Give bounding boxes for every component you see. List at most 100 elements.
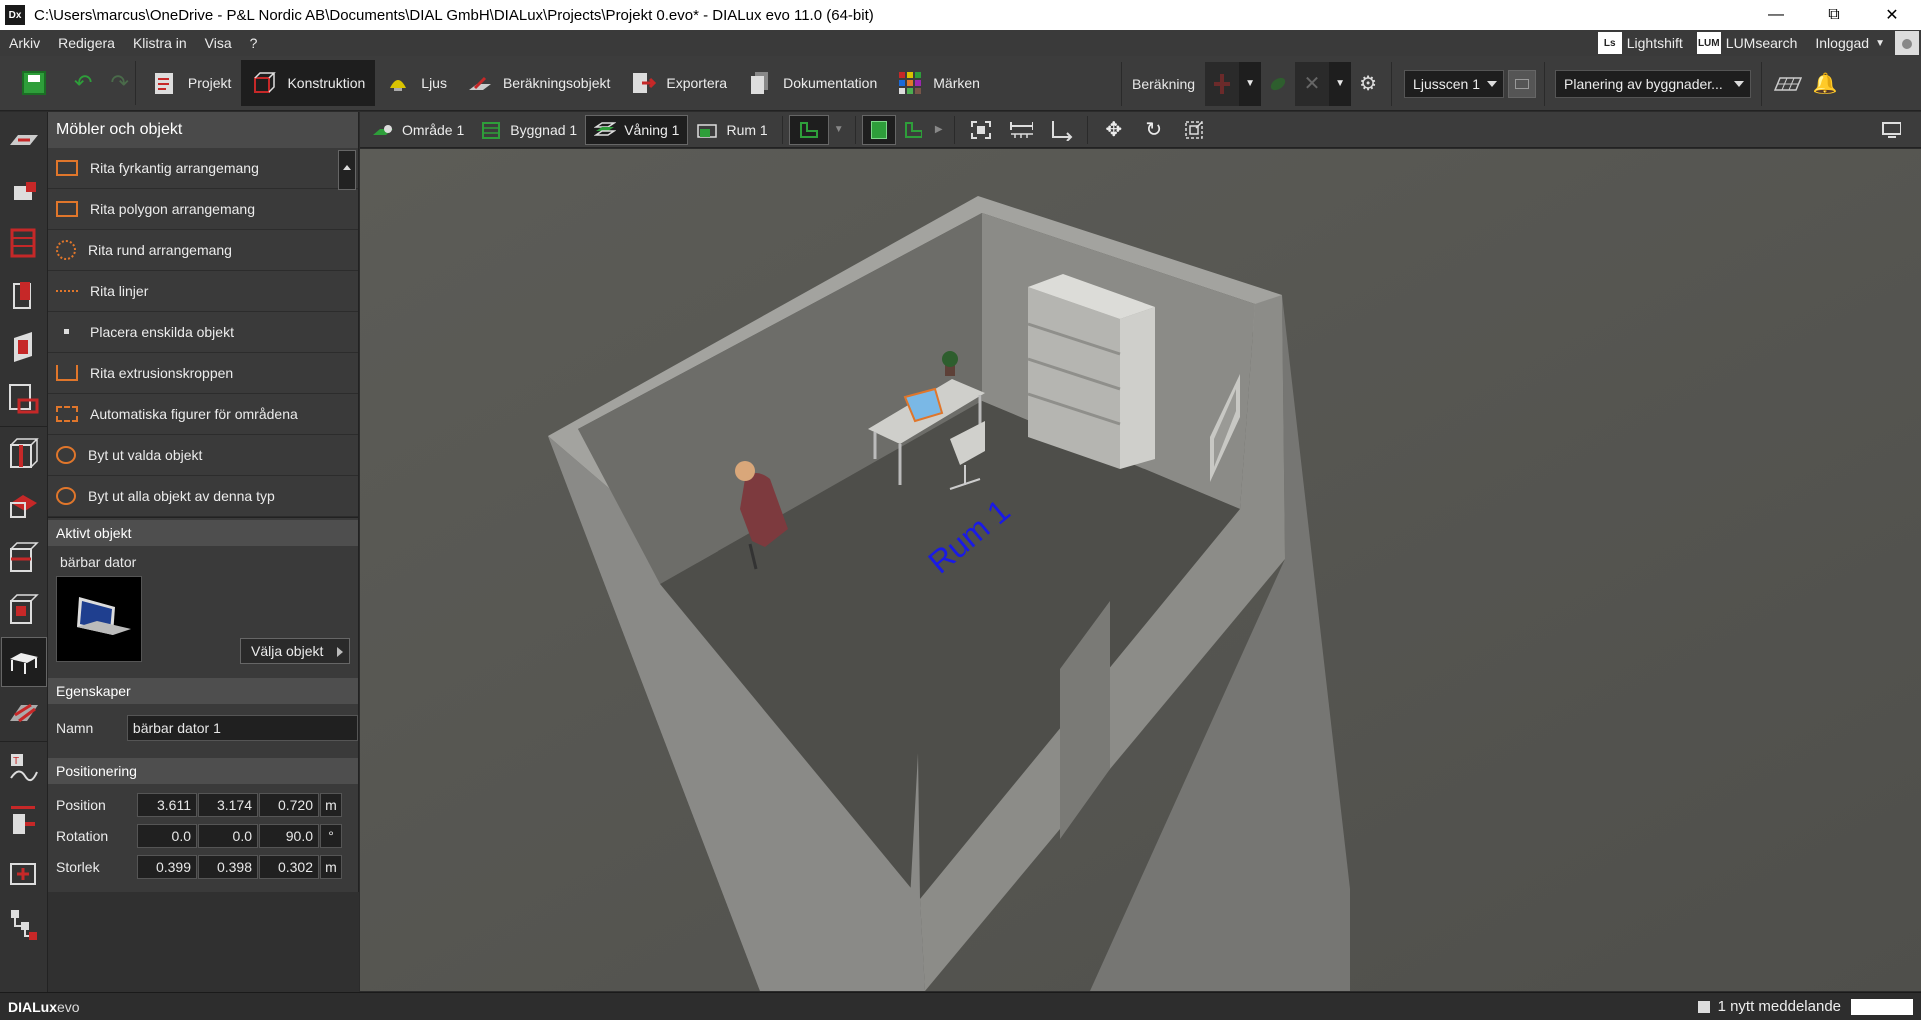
tool-floor-icon[interactable]: [1, 429, 47, 479]
view-mode-dropdown[interactable]: ▼: [829, 124, 849, 135]
position-y[interactable]: 3.174: [198, 792, 258, 817]
scene-monitor-icon[interactable]: [1508, 69, 1537, 98]
scale-button[interactable]: [1174, 115, 1214, 145]
view-mode-select[interactable]: [788, 114, 829, 145]
size-x[interactable]: 0.399: [137, 854, 197, 879]
list-item-round-arrangement[interactable]: Rita rund arrangemang: [48, 230, 358, 271]
tool-cut-icon[interactable]: [1, 585, 47, 635]
settings-gear-icon[interactable]: ⚙: [1351, 62, 1385, 106]
list-item-extrusion[interactable]: Rita extrusionskroppen: [48, 353, 358, 394]
solar-panel-icon[interactable]: [1768, 62, 1808, 106]
redo-icon[interactable]: ↷: [110, 70, 128, 96]
rotation-y[interactable]: 0.0: [198, 823, 258, 848]
list-item-line-arrangement[interactable]: Rita linjer: [48, 271, 358, 312]
tool-storey-icon[interactable]: [1, 533, 47, 583]
rotate-button[interactable]: ↻: [1134, 115, 1174, 145]
axis-button[interactable]: [1041, 115, 1081, 145]
tool-building-icon[interactable]: [1, 218, 47, 268]
menu-visa[interactable]: Visa: [196, 35, 241, 51]
list-item-label: Placera enskilda objekt: [90, 324, 234, 340]
tool-material-icon[interactable]: [1, 689, 47, 739]
tab-marken[interactable]: Märken: [887, 61, 990, 105]
rotation-z[interactable]: 90.0: [259, 823, 319, 848]
planning-select[interactable]: Planering av byggnader...: [1555, 69, 1752, 98]
active-object-name: bärbar dator: [60, 554, 137, 570]
tab-konstruktion[interactable]: Konstruktion: [241, 60, 376, 106]
calc-cancel-dropdown[interactable]: ▼: [1329, 61, 1352, 106]
menu-redigera[interactable]: Redigera: [49, 35, 124, 51]
message-box[interactable]: [1851, 998, 1913, 1015]
3d-viewport[interactable]: Rum 1: [360, 149, 1921, 991]
tool-opening-icon[interactable]: [1, 322, 47, 372]
calc-start-button[interactable]: [1205, 61, 1240, 106]
display-mode-button[interactable]: [1873, 115, 1909, 145]
lightshift-button[interactable]: Ls Lightshift: [1597, 32, 1683, 54]
tool-ceiling-icon[interactable]: [1, 481, 47, 531]
position-z[interactable]: 0.720: [259, 792, 319, 817]
list-item-replace-all[interactable]: Byt ut alla objekt av denna typ: [48, 476, 358, 517]
rotation-x[interactable]: 0.0: [137, 823, 197, 848]
tab-marken-label: Märken: [933, 75, 980, 91]
list-scrollbar[interactable]: [338, 150, 356, 190]
calc-cancel-button[interactable]: ✕: [1295, 61, 1330, 106]
view-next-icon[interactable]: ▶: [930, 124, 948, 135]
breadcrumb-room[interactable]: Rum 1: [688, 115, 775, 145]
measure-button[interactable]: [1001, 115, 1041, 145]
size-y[interactable]: 0.398: [198, 854, 258, 879]
menu-arkiv[interactable]: Arkiv: [0, 35, 49, 51]
tab-exportera[interactable]: Exportera: [620, 61, 737, 105]
save-icon: [1697, 1000, 1710, 1013]
leaf-icon[interactable]: [1261, 62, 1295, 106]
messages-indicator[interactable]: 1 nytt meddelande: [1697, 998, 1841, 1015]
login-dropdown[interactable]: Inloggad ▼: [1815, 35, 1885, 51]
menu-klistra-in[interactable]: Klistra in: [124, 35, 196, 51]
list-item-single-object[interactable]: Placera enskilda objekt: [48, 312, 358, 353]
size-z[interactable]: 0.302: [259, 854, 319, 879]
save-icon[interactable]: [22, 71, 46, 95]
tool-place-icon[interactable]: [1, 848, 47, 898]
close-button[interactable]: ✕: [1863, 0, 1921, 30]
tool-terrain-icon[interactable]: [1, 166, 47, 216]
scale-icon: [1184, 120, 1203, 139]
tool-room-icon[interactable]: [1, 374, 47, 424]
measure-icon: [1009, 121, 1033, 138]
green-cube-icon: [870, 120, 887, 139]
menu-help[interactable]: ?: [241, 35, 267, 51]
breadcrumb-area[interactable]: Område 1: [364, 115, 472, 145]
room-scene[interactable]: Rum 1: [360, 149, 1921, 991]
light-scene-select[interactable]: Ljusscen 1: [1404, 69, 1505, 98]
list-item-auto-figures[interactable]: Automatiska figurer för områdena: [48, 394, 358, 435]
list-item-replace-selected[interactable]: Byt ut valda objekt: [48, 435, 358, 476]
tool-dimension-icon[interactable]: [1, 796, 47, 846]
tab-berakningsobjekt[interactable]: Beräkningsobjekt: [457, 61, 620, 105]
plan-view-button[interactable]: [896, 115, 930, 145]
lumsearch-button[interactable]: LUM LUMsearch: [1696, 32, 1797, 54]
list-item-label: Rita polygon arrangemang: [90, 201, 255, 217]
tab-dokumentation[interactable]: Dokumentation: [737, 61, 887, 105]
position-x[interactable]: 3.611: [137, 792, 197, 817]
undo-icon[interactable]: ↶: [74, 70, 92, 96]
tool-import-icon[interactable]: [1, 114, 47, 164]
tab-ljus[interactable]: Ljus: [375, 61, 457, 105]
list-item-polygon-arrangement[interactable]: Rita polygon arrangemang: [48, 189, 358, 230]
notification-bell-icon[interactable]: 🔔: [1808, 62, 1842, 106]
tool-wall-icon[interactable]: [1, 270, 47, 320]
zoom-fit-button[interactable]: [961, 115, 1001, 145]
minimize-button[interactable]: —: [1747, 0, 1805, 30]
breadcrumb-storey[interactable]: Våning 1: [585, 114, 689, 145]
message-count-label: 1 nytt meddelande: [1717, 998, 1841, 1015]
tool-furniture-icon[interactable]: [1, 637, 47, 687]
restore-button[interactable]: ⧉: [1805, 0, 1863, 30]
avatar[interactable]: [1895, 31, 1919, 55]
name-input[interactable]: bärbar dator 1: [126, 715, 358, 741]
calc-start-dropdown[interactable]: ▼: [1239, 61, 1262, 106]
select-object-button[interactable]: Välja objekt: [240, 638, 350, 664]
tool-text-curve-icon[interactable]: T: [1, 744, 47, 794]
move-button[interactable]: ✥: [1094, 115, 1134, 145]
3d-view-button[interactable]: [861, 114, 896, 145]
list-item-rect-arrangement[interactable]: Rita fyrkantig arrangemang: [48, 148, 358, 189]
lightshift-icon: Ls: [1597, 32, 1622, 54]
tool-hierarchy-icon[interactable]: [1, 900, 47, 950]
breadcrumb-building[interactable]: Byggnad 1: [472, 115, 585, 145]
tab-projekt[interactable]: Projekt: [142, 61, 242, 105]
